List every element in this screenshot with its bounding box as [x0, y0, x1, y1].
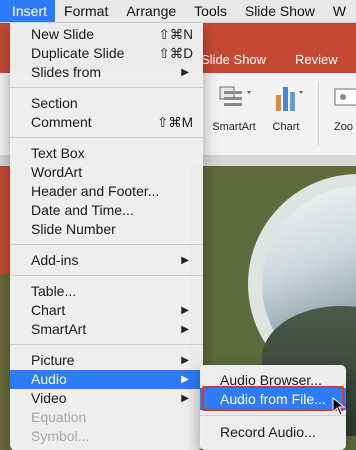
menu-item-table[interactable]: Table...: [10, 282, 203, 301]
menu-item-new-slide[interactable]: New Slide ⇧⌘N: [10, 25, 203, 44]
chart-icon: [276, 87, 303, 111]
menu-format[interactable]: Format: [55, 0, 117, 22]
submenu-arrow-icon: ▶: [181, 355, 189, 366]
menu-item-date-time[interactable]: Date and Time...: [10, 201, 203, 220]
menu-item-chart[interactable]: Chart ▶: [10, 301, 203, 320]
zoom-label: Zoo: [334, 121, 353, 133]
submenu-arrow-icon: ▶: [181, 255, 189, 266]
menu-item-label: Video: [31, 390, 67, 406]
zoom-icon: [334, 88, 356, 106]
submenu-item-record-audio[interactable]: Record Audio...: [200, 421, 346, 443]
shortcut-text: ⇧⌘N: [158, 27, 193, 42]
menu-item-label: Date and Time...: [31, 202, 134, 218]
menu-item-label: Slides from: [31, 64, 102, 80]
menu-slide-show[interactable]: Slide Show: [236, 0, 324, 22]
mouse-pointer-icon: [332, 397, 346, 416]
insert-menu: New Slide ⇧⌘N Duplicate Slide ⇧⌘D Slides…: [10, 22, 203, 450]
submenu-arrow-icon: ▶: [181, 374, 189, 385]
menu-item-add-ins[interactable]: Add-ins ▶: [10, 251, 203, 270]
menu-item-label: SmartArt: [31, 321, 87, 337]
menu-item-label: Table...: [31, 283, 77, 299]
menu-bar: Insert Format Arrange Tools Slide Show W: [0, 0, 356, 23]
menu-item-comment[interactable]: Comment ⇧⌘M: [10, 113, 203, 132]
menu-item-smartart[interactable]: SmartArt ▶: [10, 320, 203, 339]
menu-separator: [10, 87, 203, 88]
tab-slide-show[interactable]: Slide Show: [201, 52, 266, 67]
smartart-icon: [219, 86, 251, 106]
submenu-item-audio-from-file[interactable]: Audio from File...: [200, 388, 346, 410]
menu-item-label: Picture: [31, 352, 75, 368]
menu-item-label: Slide Number: [31, 221, 116, 237]
menu-item-label: Symbol...: [31, 428, 90, 444]
menu-item-label: Chart: [31, 302, 66, 318]
menu-separator: [200, 415, 346, 416]
menu-arrange[interactable]: Arrange: [117, 0, 185, 22]
submenu-arrow-icon: ▶: [181, 324, 189, 335]
submenu-arrow-icon: ▶: [181, 393, 189, 404]
menu-item-label: Section: [31, 95, 78, 111]
zoom-button[interactable]: Zoo: [326, 79, 356, 147]
menu-item-label: WordArt: [31, 164, 83, 180]
menu-separator: [10, 275, 203, 276]
shortcut-text: ⇧⌘D: [158, 46, 193, 61]
chart-label: Chart: [272, 121, 300, 133]
menu-item-label: New Slide: [31, 26, 95, 42]
menu-item-label: Add-ins: [31, 252, 79, 268]
menu-separator: [10, 344, 203, 345]
submenu-item-label: Audio from File...: [220, 391, 326, 407]
menu-item-equation: Equation: [10, 408, 203, 427]
menu-item-audio[interactable]: Audio ▶: [10, 370, 203, 389]
menu-window[interactable]: W: [324, 0, 355, 22]
shortcut-text: ⇧⌘M: [156, 115, 193, 130]
menu-item-label: Text Box: [31, 145, 85, 161]
menu-item-header-footer[interactable]: Header and Footer...: [10, 182, 203, 201]
menu-item-label: Header and Footer...: [31, 183, 160, 199]
menu-item-duplicate-slide[interactable]: Duplicate Slide ⇧⌘D: [10, 44, 203, 63]
menu-item-symbol: Symbol...: [10, 427, 203, 446]
menu-item-label: Duplicate Slide: [31, 45, 125, 61]
chart-button[interactable]: Chart: [255, 79, 317, 147]
menu-item-picture[interactable]: Picture ▶: [10, 351, 203, 370]
menu-item-section[interactable]: Section: [10, 94, 203, 113]
menu-item-wordart[interactable]: WordArt: [10, 163, 203, 182]
audio-submenu: Audio Browser... Audio from File... Reco…: [200, 365, 346, 450]
tab-review[interactable]: Review: [295, 52, 338, 67]
menu-tools[interactable]: Tools: [185, 0, 236, 22]
menu-insert[interactable]: Insert: [0, 0, 56, 22]
menu-item-label: Equation: [31, 409, 87, 425]
submenu-item-label: Record Audio...: [220, 424, 316, 440]
menu-item-text-box[interactable]: Text Box: [10, 144, 203, 163]
menu-item-slides-from[interactable]: Slides from ▶: [10, 63, 203, 82]
submenu-arrow-icon: ▶: [181, 67, 189, 78]
menu-separator: [10, 244, 203, 245]
menu-item-video[interactable]: Video ▶: [10, 389, 203, 408]
menu-item-slide-number[interactable]: Slide Number: [10, 220, 203, 239]
menu-item-label: Audio: [31, 371, 67, 387]
submenu-arrow-icon: ▶: [181, 305, 189, 316]
menu-item-label: Comment: [31, 114, 92, 130]
menu-separator: [10, 137, 203, 138]
ribbon-divider: [318, 81, 319, 145]
